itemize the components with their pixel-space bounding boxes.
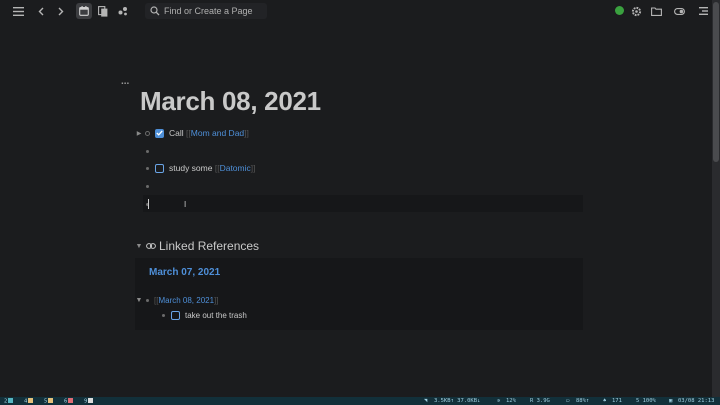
cpu-usage: 12% [506, 398, 516, 404]
text-caret [148, 199, 149, 209]
cpu-icon: ✲ [497, 398, 501, 404]
block-text[interactable]: take out the trash [185, 311, 247, 320]
workspace-item[interactable]: 2 [4, 398, 14, 405]
right-sidebar-icon[interactable] [696, 4, 710, 18]
bullet-icon[interactable] [146, 166, 149, 170]
network-speed: 3.5KB↑ 37.0KB↓ [434, 398, 481, 404]
workspace-marker-icon [48, 398, 54, 403]
checkbox-todo[interactable] [155, 163, 164, 173]
page-menu-icon[interactable]: ... [121, 76, 129, 87]
system-status-bar: 2 4 5 6 9 ◥ 3.5KB↑ 37.0KB↓ ✲ 12% R 3.9G … [0, 397, 720, 405]
page-ref-link[interactable]: Datomic [220, 163, 251, 173]
calendar-icon: ▣ [669, 398, 673, 404]
workspace-marker-icon [88, 398, 94, 403]
block-prefix: Call [169, 128, 184, 138]
block-item[interactable] [135, 178, 152, 194]
block-item[interactable] [135, 143, 152, 159]
clock-datetime: 03/08 21:13 [678, 398, 715, 404]
workspace-marker-icon [28, 398, 34, 403]
notification-icon: ♠ [603, 398, 607, 404]
workspace-marker-icon [68, 398, 74, 403]
link-icon [146, 243, 156, 249]
notification-count: 171 [612, 398, 622, 404]
forward-icon[interactable] [54, 4, 68, 18]
page-title[interactable]: March 08, 2021 [140, 86, 321, 117]
block-text[interactable]: [[March 08, 2021]] [154, 296, 219, 305]
collapse-arrow-icon[interactable]: ▼ [135, 243, 143, 250]
linked-references-header[interactable]: ▼ Linked References [135, 239, 260, 253]
block-text[interactable]: study some [[Datomic]] [169, 163, 256, 173]
top-toolbar: Find or Create a Page [0, 0, 712, 22]
bullet-icon[interactable] [146, 298, 149, 302]
all-pages-icon[interactable] [96, 4, 110, 18]
collapse-arrow-icon[interactable]: ▼ [135, 297, 143, 304]
workspace-item[interactable]: 4 [24, 398, 34, 405]
settings-icon[interactable] [629, 4, 643, 18]
block-prefix: study some [169, 163, 213, 173]
main-scrollbar[interactable] [712, 0, 720, 397]
daily-notes-icon[interactable] [76, 3, 92, 19]
search-icon [150, 6, 160, 16]
wifi-icon: ◥ [424, 398, 428, 404]
reference-block[interactable]: ▼ [[March 08, 2021]] [135, 292, 219, 308]
checkbox-done[interactable] [155, 128, 164, 138]
search-input[interactable]: Find or Create a Page [145, 3, 267, 19]
search-placeholder: Find or Create a Page [164, 6, 253, 16]
reference-child-block[interactable]: take out the trash [159, 307, 247, 323]
menu-icon[interactable] [11, 4, 25, 18]
checkbox-todo[interactable] [171, 310, 180, 320]
sync-status-indicator[interactable] [615, 6, 624, 15]
folder-icon[interactable] [649, 4, 663, 18]
reference-page-link[interactable]: March 07, 2021 [149, 267, 220, 278]
page-ref-link[interactable]: March 08, 2021 [158, 296, 214, 305]
workspace-item[interactable]: 5 [44, 398, 54, 405]
bullet-icon[interactable] [162, 313, 165, 317]
back-icon[interactable] [34, 4, 48, 18]
bullet-icon[interactable] [146, 149, 149, 153]
scrollbar-thumb[interactable] [713, 2, 719, 162]
ram-usage: R 3.9G [530, 398, 550, 404]
block-item[interactable] [135, 196, 152, 212]
volume-level: 5 100% [636, 398, 656, 404]
toggle-icon[interactable] [672, 4, 686, 18]
mouse-ibeam-cursor: I [184, 200, 187, 209]
battery-icon: ▭ [566, 398, 570, 404]
battery-level: 88%↑ [576, 398, 590, 404]
block-item[interactable]: ▶ Call [[Mom and Dad]] [135, 125, 249, 141]
workspace-marker-icon [8, 398, 14, 403]
workspace-item[interactable]: 9 [84, 398, 94, 405]
bullet-icon[interactable] [146, 184, 149, 188]
expand-arrow-icon[interactable]: ▶ [135, 130, 143, 137]
page-ref-link[interactable]: Mom and Dad [191, 128, 244, 138]
graph-icon[interactable] [116, 4, 130, 18]
block-item[interactable]: study some [[Datomic]] [135, 160, 256, 176]
bullet-icon[interactable] [145, 130, 150, 136]
block-text[interactable]: Call [[Mom and Dad]] [169, 128, 249, 138]
workspace-item[interactable]: 6 [64, 398, 74, 405]
linked-references-title: Linked References [159, 239, 260, 253]
block-editor[interactable] [143, 195, 583, 212]
